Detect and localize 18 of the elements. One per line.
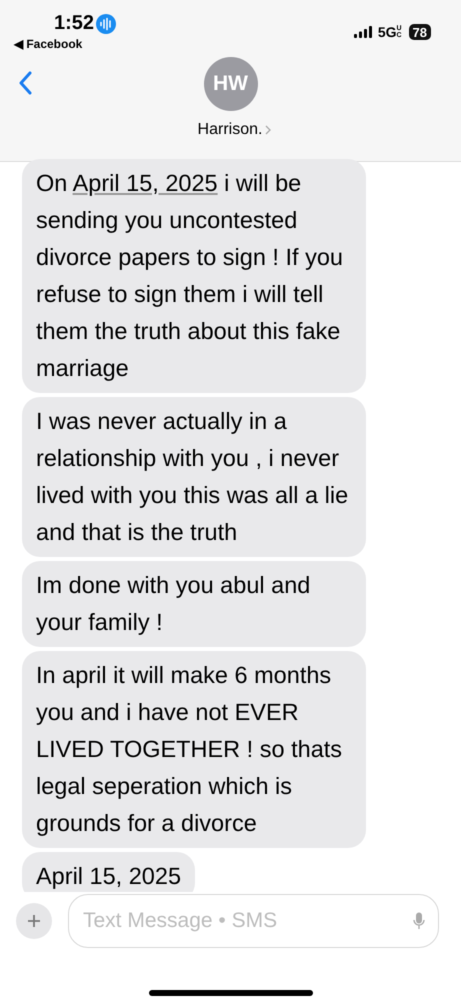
microphone-icon[interactable] [413,912,425,930]
message-bubble: I was never actually in a relationship with you , i never lived with you this was all a lie and that is the truth [22,397,366,557]
plus-icon [27,914,41,928]
message-bubble: Im done with you abul and your family ! [22,561,366,647]
message-bubble: In april it will make 6 months you and i have not EVER LIVED TOGETHER ! so thats legal seperation which is grounds for a divorce [22,651,366,848]
add-button[interactable] [16,903,52,939]
message-bubble: April 15, 2025 [22,852,196,892]
contact-name[interactable]: Harrison. [198,121,262,139]
back-to-app-link[interactable]: ◀ Facebook [14,37,82,51]
message-field[interactable]: Text Message • SMS [68,894,439,948]
back-chevron-icon[interactable] [18,71,32,95]
date-link[interactable]: April 15, 2025 [72,170,218,196]
battery-icon: 78 [408,24,431,40]
clock-time: 1:52 [54,12,94,35]
message-bubble: On April 15, 2025 i will be sending you uncontested divorce papers to sign ! If you refuse to sign them i will tell them the truth about this fake marriage [22,159,366,393]
signal-icon [354,26,372,38]
audio-wave-icon [96,14,116,34]
chevron-icon [265,125,272,135]
